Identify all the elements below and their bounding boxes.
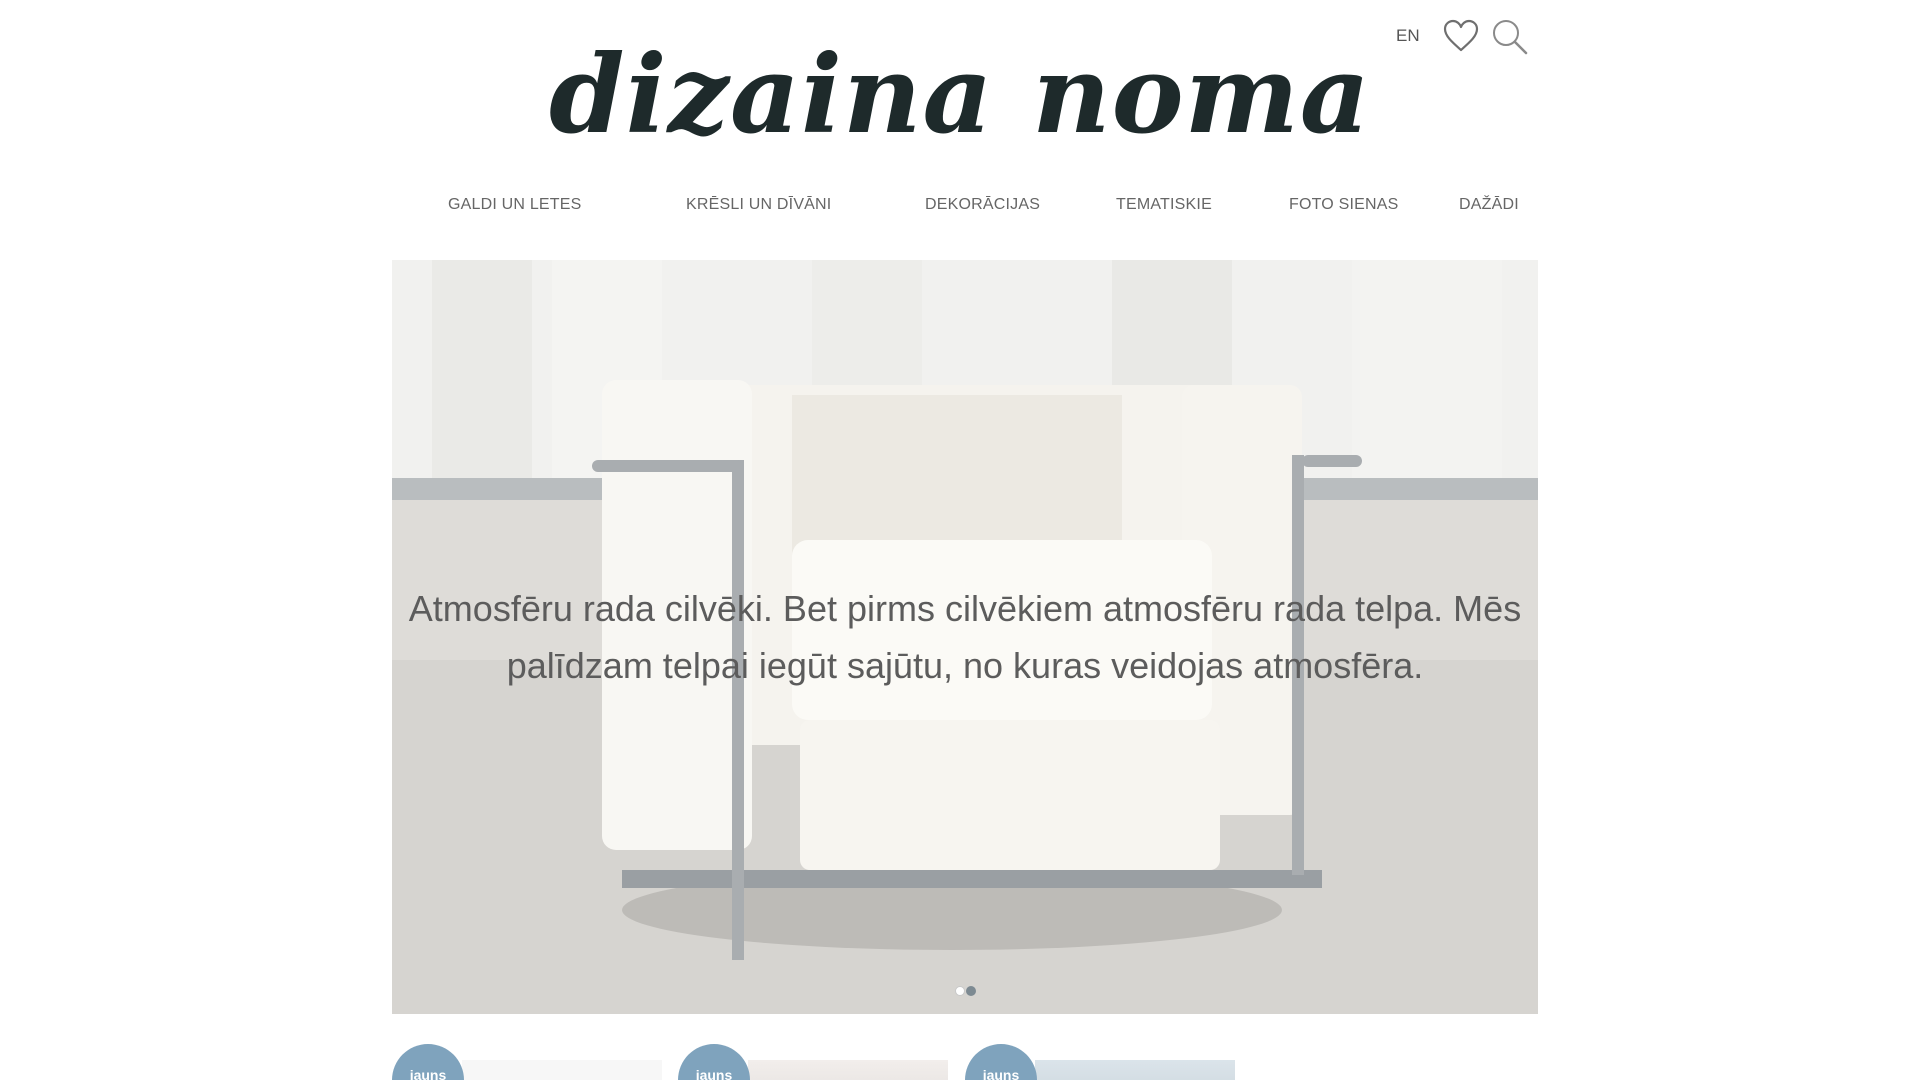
product-card[interactable]: jauns (965, 1040, 1235, 1080)
main-navigation: GALDI UN LETES KRĒSLI UN DĪVĀNI DEKORĀCI… (390, 196, 1530, 224)
new-badge: jauns (678, 1044, 750, 1080)
new-badge: jauns (392, 1044, 464, 1080)
nav-item-dekoracijas[interactable]: DEKORĀCIJAS (925, 196, 1040, 214)
product-image (1035, 1060, 1235, 1080)
slider-pagination (955, 986, 985, 998)
product-image (748, 1060, 948, 1080)
nav-item-foto-sienas[interactable]: FOTO SIENAS (1289, 196, 1398, 214)
nav-item-tematiskie[interactable]: TEMATISKIE (1116, 196, 1212, 214)
nav-item-galdi-un-letes[interactable]: GALDI UN LETES (448, 196, 582, 214)
new-products-row: jauns jauns jauns (392, 1040, 1538, 1080)
nav-item-kresli-un-divani[interactable]: KRĒSLI UN DĪVĀNI (686, 196, 831, 214)
hero-tagline: Atmosfēru rada cilvēki. Bet pirms cilvēk… (408, 588, 1522, 686)
page: EN dizaina noma GALDI UN LETES KRĒSLI UN… (0, 0, 1920, 1080)
site-logo[interactable]: dizaina noma (0, 20, 1920, 170)
product-card[interactable]: jauns (392, 1040, 662, 1080)
product-image (462, 1060, 662, 1080)
new-badge: jauns (965, 1044, 1037, 1080)
slider-dot-2[interactable] (966, 986, 976, 996)
hero-slider[interactable]: Atmosfēru rada cilvēki. Bet pirms cilvēk… (392, 260, 1538, 1014)
product-card[interactable]: jauns (678, 1040, 948, 1080)
slider-dot-1[interactable] (955, 986, 965, 996)
nav-item-dazadi[interactable]: DAŽĀDI (1459, 196, 1519, 214)
